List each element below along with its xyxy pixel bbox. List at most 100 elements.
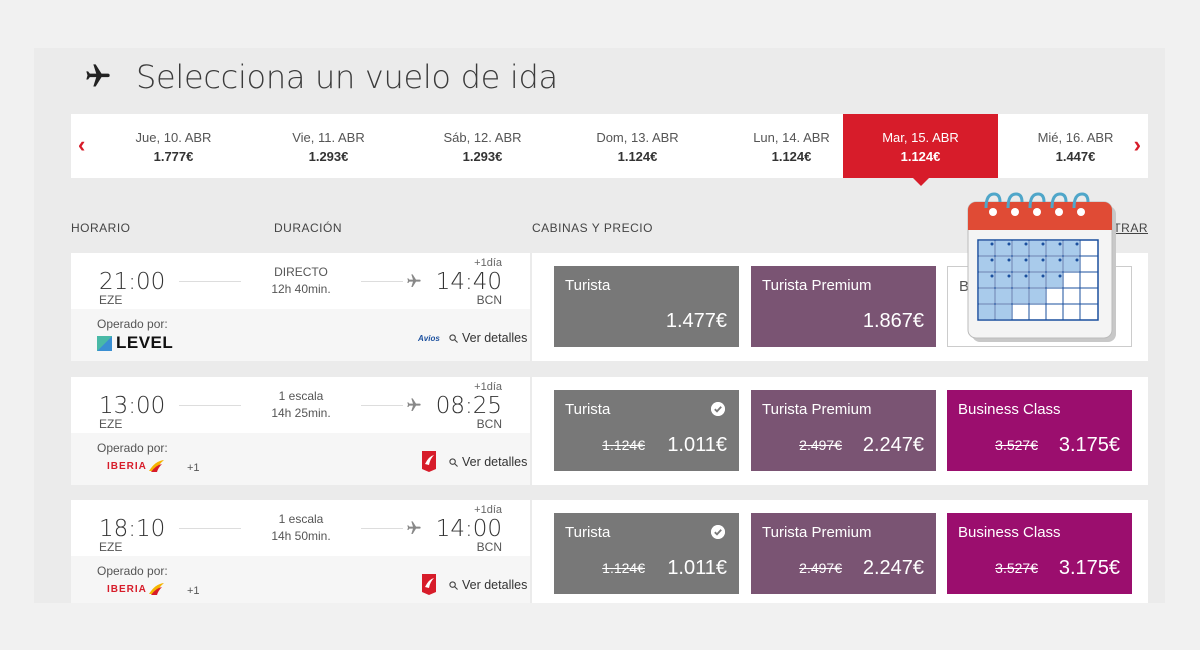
departure-time: 21:00 [99, 269, 166, 295]
date-option[interactable]: Jue, 10. ABR 1.777€ [96, 114, 251, 178]
more-operators-count: +1 [187, 462, 200, 474]
cabin-name: Turista [565, 524, 611, 541]
airline-name: LEVEL [116, 333, 174, 352]
fare-turista-button[interactable]: Turista 1.477€ [554, 266, 739, 347]
view-details-link[interactable]: Ver detalles [449, 331, 527, 345]
date-option[interactable]: Dom, 13. ABR 1.124€ [560, 114, 715, 178]
view-details-link[interactable]: Ver detalles [449, 578, 527, 592]
route-line [179, 528, 241, 529]
arrival-time: 08:25 [435, 393, 502, 419]
flight-info: 18:10 EZE 1 escala 14h 50min. +1día 14:0… [71, 500, 530, 603]
view-details-label: Ver detalles [462, 455, 528, 469]
flight-row: 18:10 EZE 1 escala 14h 50min. +1día 14:0… [71, 500, 1148, 603]
iberia-logo: IBERIA [107, 581, 165, 597]
departure-time: 13:00 [99, 393, 166, 419]
plus-day-label: +1día [474, 504, 502, 516]
date-price: 1.293€ [308, 149, 349, 164]
cabin-name: Turista Premium [762, 277, 872, 294]
arrival-airport: BCN [476, 540, 502, 554]
date-price: 1.124€ [617, 149, 658, 164]
fare-premium-button[interactable]: Turista Premium 2.497€ 2.247€ [751, 513, 936, 594]
date-label: Dom, 13. ABR [596, 130, 679, 145]
fare-options: Turista 1.124€ 1.011€ Turista Premium 2.… [532, 500, 1148, 603]
departure-time: 18:10 [99, 516, 166, 542]
plus-day-label: +1día [474, 257, 502, 269]
fare-premium-button[interactable]: Turista Premium 2.497€ 2.247€ [751, 390, 936, 471]
chevron-right-icon[interactable]: › [1134, 134, 1141, 156]
cabin-name: Turista [565, 401, 611, 418]
view-details-link[interactable]: Ver detalles [449, 455, 527, 469]
calendar-icon [967, 192, 1116, 342]
arrival-time: 14:40 [435, 269, 502, 295]
old-price: 2.497€ [799, 560, 842, 576]
view-details-label: Ver detalles [462, 331, 528, 345]
column-header-duration: DURACIÓN [274, 221, 343, 235]
old-price: 1.124€ [602, 437, 645, 453]
departure-airport: EZE [99, 540, 123, 554]
route-line [361, 528, 403, 529]
date-label: Jue, 10. ABR [135, 130, 212, 145]
level-logo: LEVEL [97, 333, 174, 352]
svg-text:Avios: Avios [417, 334, 440, 343]
fare-price: 1.011€ [667, 557, 727, 579]
flight-info: 21:00 EZE DIRECTO 12h 40min. +1día 14:40… [71, 253, 530, 361]
iberia-logo: IBERIA [107, 458, 165, 474]
chevron-left-icon[interactable]: ‹ [78, 134, 85, 156]
cabin-name: Turista Premium [762, 401, 872, 418]
iberia-wing-icon [148, 583, 164, 595]
iberia-wing-icon [148, 460, 164, 472]
cabin-name: Business Class [958, 401, 1061, 418]
check-icon [711, 525, 725, 539]
old-price: 3.527€ [995, 437, 1038, 453]
date-label: Mar, 15. ABR [882, 130, 959, 145]
route-line [179, 405, 241, 406]
date-label: Mié, 16. ABR [1037, 130, 1114, 145]
date-price: 1.124€ [900, 149, 941, 164]
airline-name: IBERIA [107, 583, 147, 595]
arrival-time: 14:00 [435, 516, 502, 542]
date-option[interactable]: Vie, 11. ABR 1.293€ [251, 114, 406, 178]
flight-row: 13:00 EZE 1 escala 14h 25min. +1día 08:2… [71, 377, 1148, 485]
cabin-name: Turista Premium [762, 524, 872, 541]
column-header-schedule: HORARIO [71, 221, 131, 235]
date-option-selected[interactable]: Mar, 15. ABR 1.124€ [843, 114, 998, 186]
cabin-name: Turista [565, 277, 611, 294]
avios-icon: Avios [417, 334, 440, 343]
fare-premium-button[interactable]: Turista Premium 1.867€ [751, 266, 936, 347]
date-selector: ‹ Jue, 10. ABR 1.777€ Vie, 11. ABR 1.293… [71, 114, 1148, 186]
fare-price: 3.175€ [1058, 557, 1120, 579]
fare-price: 3.175€ [1058, 434, 1120, 456]
fare-price: 2.247€ [862, 434, 924, 456]
airline-name: IBERIA [107, 460, 147, 472]
fare-price: 1.477€ [665, 310, 727, 332]
date-label: Sáb, 12. ABR [443, 130, 522, 145]
fare-price: 1.867€ [862, 310, 924, 332]
date-price: 1.447€ [1055, 149, 1096, 164]
stops-label: 1 escala [278, 389, 324, 403]
old-price: 1.124€ [602, 560, 645, 576]
fare-turista-button[interactable]: Turista 1.124€ 1.011€ [554, 390, 739, 471]
date-price: 1.777€ [153, 149, 194, 164]
more-operators-count: +1 [187, 585, 200, 597]
level-logo-mark [97, 335, 112, 351]
magnifier-icon [449, 458, 458, 467]
filter-link[interactable]: TRAR [1113, 221, 1148, 235]
fare-options: Turista 1.124€ 1.011€ Turista Premium 2.… [532, 377, 1148, 485]
page-title: Selecciona un vuelo de ida [136, 58, 558, 96]
operated-by-label: Operado por: [97, 564, 168, 578]
check-icon [711, 402, 725, 416]
fare-business-button[interactable]: Business Class 3.527€ 3.175€ [947, 390, 1132, 471]
fare-business-button[interactable]: Business Class 3.527€ 3.175€ [947, 513, 1132, 594]
view-details-label: Ver detalles [462, 578, 528, 592]
date-option[interactable]: Sáb, 12. ABR 1.293€ [405, 114, 560, 178]
iberia-badge-icon [422, 574, 436, 595]
old-price: 3.527€ [995, 560, 1038, 576]
date-label: Vie, 11. ABR [292, 130, 365, 145]
fare-turista-button[interactable]: Turista 1.124€ 1.011€ [554, 513, 739, 594]
duration-label: 12h 40min. [271, 282, 331, 296]
duration-label: 14h 50min. [271, 529, 331, 543]
arrival-airport: BCN [476, 293, 502, 307]
magnifier-icon [449, 581, 458, 590]
departure-airport: EZE [99, 293, 123, 307]
date-option[interactable]: Mié, 16. ABR 1.447€ [998, 114, 1153, 178]
